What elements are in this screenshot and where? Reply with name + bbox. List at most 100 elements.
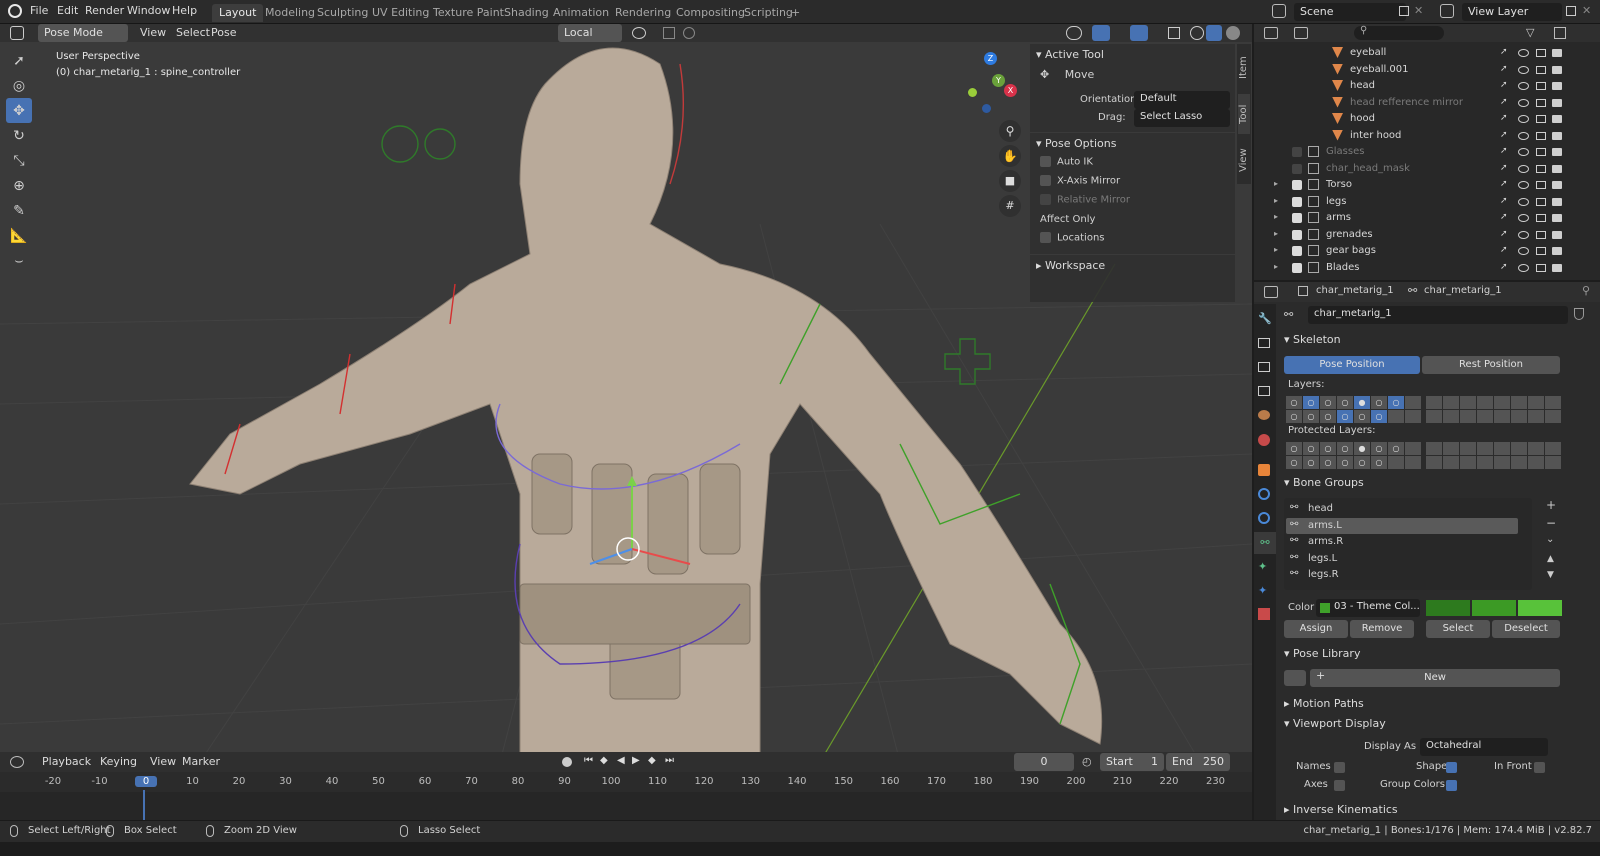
menu-window[interactable]: Window xyxy=(127,4,170,17)
layer-toggle[interactable] xyxy=(1494,442,1510,455)
exclude-checkbox[interactable] xyxy=(1292,163,1302,174)
breakdowner-tool-icon[interactable]: ⌣ xyxy=(6,248,32,273)
layer-toggle[interactable]: ○ xyxy=(1303,456,1319,469)
auto-ik-checkbox[interactable] xyxy=(1040,156,1051,167)
layer-toggle[interactable]: ○ xyxy=(1320,396,1336,409)
selectable-arrow-icon[interactable]: ➚ xyxy=(1500,113,1508,123)
measure-tool-icon[interactable]: 📐 xyxy=(6,223,32,248)
outliner-row[interactable]: Glasses ➚ xyxy=(1254,145,1600,161)
camera-render-icon[interactable] xyxy=(1552,131,1562,140)
eye-visibility-icon[interactable] xyxy=(1518,247,1529,255)
camera-render-icon[interactable] xyxy=(1552,164,1562,173)
outliner-row[interactable]: inter hood ➚ xyxy=(1254,129,1600,145)
monitor-icon[interactable] xyxy=(1536,115,1546,123)
menu-edit[interactable]: Edit xyxy=(57,4,78,17)
tab-item[interactable]: Item xyxy=(1238,48,1250,88)
display-as-select[interactable]: Octahedral xyxy=(1420,738,1548,756)
layer-toggle[interactable]: ○ xyxy=(1320,456,1336,469)
new-view-layer-icon[interactable] xyxy=(1566,6,1576,16)
layer-toggle[interactable]: ○ xyxy=(1337,410,1353,423)
layer-toggle[interactable] xyxy=(1460,396,1476,409)
view-layer-tab-icon[interactable] xyxy=(1258,386,1270,396)
ortho-grid-icon[interactable]: # xyxy=(999,195,1021,217)
layer-toggle[interactable] xyxy=(1511,410,1527,423)
menu-render[interactable]: Render xyxy=(85,4,124,17)
select-cursor-icon[interactable]: ➚ xyxy=(6,48,32,73)
exclude-checkbox[interactable] xyxy=(1292,180,1302,190)
eye-visibility-icon[interactable] xyxy=(1518,263,1529,272)
bone-layers-grid-left[interactable]: ○ ○ ○ ○ ● ○ ○ ○ ○ ○ ○ ○ ○ xyxy=(1286,396,1421,423)
active-tool-header[interactable]: ▾ Active Tool xyxy=(1030,44,1235,66)
mode-select[interactable]: Pose Mode xyxy=(38,24,128,42)
axes-checkbox[interactable] xyxy=(1334,780,1345,791)
layer-toggle[interactable]: ○ xyxy=(1337,442,1353,455)
navigation-gizmo[interactable]: Z Y X xyxy=(960,52,1024,116)
pose-options-header[interactable]: ▾ Pose Options xyxy=(1030,132,1235,154)
start-frame-field[interactable]: Start 1 xyxy=(1100,753,1164,771)
layer-toggle[interactable]: ○ xyxy=(1286,396,1302,409)
wireframe-shading-icon[interactable] xyxy=(1190,26,1204,40)
output-tab-icon[interactable] xyxy=(1258,362,1270,372)
layer-toggle[interactable] xyxy=(1460,442,1476,455)
zoom-icon[interactable]: ⚲ xyxy=(999,120,1021,142)
bone-group-item[interactable]: ⚯ head xyxy=(1286,501,1518,517)
gizmo-neg-z[interactable] xyxy=(982,104,991,113)
orientation-select[interactable]: Default xyxy=(1134,91,1230,109)
camera-render-icon[interactable] xyxy=(1552,197,1562,206)
layer-toggle[interactable]: ○ xyxy=(1303,410,1319,423)
exclude-checkbox[interactable] xyxy=(1292,196,1302,207)
bone-group-item[interactable]: ⚯ arms.R xyxy=(1286,534,1518,550)
outliner-row[interactable]: head refference mirror ➚ xyxy=(1254,96,1600,112)
monitor-icon[interactable] xyxy=(1536,214,1546,222)
bone-tab-icon[interactable]: ✦ xyxy=(1258,560,1267,573)
blender-logo-icon[interactable] xyxy=(8,4,22,18)
layer-toggle[interactable] xyxy=(1443,396,1459,409)
layer-toggle[interactable] xyxy=(1545,410,1561,423)
layer-toggle[interactable]: ○ xyxy=(1371,456,1387,469)
monitor-icon[interactable] xyxy=(1536,65,1546,74)
shapes-checkbox[interactable] xyxy=(1446,762,1457,773)
play-reverse-icon[interactable]: ◀ xyxy=(617,755,625,766)
3d-viewport[interactable]: Pose Mode View Select Pose Local User Pe… xyxy=(0,24,1252,762)
camera-render-icon[interactable] xyxy=(1552,181,1562,189)
outliner-row[interactable]: eyeball.001 ➚ xyxy=(1254,63,1600,79)
pose-library-browse-icon[interactable] xyxy=(1284,670,1306,686)
xray-icon[interactable] xyxy=(1168,27,1180,39)
camera-view-icon[interactable]: ■ xyxy=(999,170,1021,192)
bone-group-item[interactable]: ⚯ legs.R xyxy=(1286,567,1518,583)
layer-toggle[interactable] xyxy=(1477,456,1493,469)
properties-editor-icon[interactable] xyxy=(1264,286,1278,298)
selectable-arrow-icon[interactable]: ➚ xyxy=(1500,229,1508,239)
outliner-search-field[interactable] xyxy=(1354,26,1444,40)
gizmo-toggle-icon[interactable] xyxy=(1092,25,1110,41)
outliner-row[interactable]: head ➚ xyxy=(1254,79,1600,95)
exclude-checkbox[interactable] xyxy=(1292,229,1302,240)
layer-toggle[interactable] xyxy=(1426,410,1442,423)
display-mode-icon[interactable] xyxy=(1294,27,1308,39)
scene-field[interactable]: Scene xyxy=(1294,3,1406,21)
expand-arrow-icon[interactable]: ▸ xyxy=(1274,196,1278,205)
selectable-arrow-icon[interactable]: ➚ xyxy=(1500,80,1508,90)
render-tab-icon[interactable] xyxy=(1258,338,1270,348)
fake-user-shield-icon[interactable] xyxy=(1574,308,1584,320)
camera-render-icon[interactable] xyxy=(1552,49,1562,57)
layer-toggle[interactable] xyxy=(1405,410,1421,423)
outliner-row[interactable]: ▸ Torso ➚ xyxy=(1254,178,1600,194)
scene-tab-icon[interactable] xyxy=(1258,410,1270,420)
camera-render-icon[interactable] xyxy=(1552,82,1562,90)
viewport-menu-select[interactable]: Select xyxy=(176,26,210,39)
play-icon[interactable]: ▶ xyxy=(632,755,640,766)
view-layer-icon[interactable] xyxy=(1440,4,1454,18)
monitor-icon[interactable] xyxy=(1536,247,1546,255)
camera-render-icon[interactable] xyxy=(1552,263,1562,272)
layer-toggle[interactable]: ○ xyxy=(1354,456,1370,469)
exclude-checkbox[interactable] xyxy=(1292,262,1302,273)
expand-arrow-icon[interactable]: ▸ xyxy=(1274,229,1278,238)
skeleton-header[interactable]: ▾ Skeleton xyxy=(1278,330,1598,350)
locations-checkbox[interactable] xyxy=(1040,232,1051,243)
annotate-tool-icon[interactable]: ✎ xyxy=(6,198,32,223)
move-tool-icon[interactable]: ✥ xyxy=(6,98,32,123)
move-group-up-icon[interactable]: ▲ xyxy=(1547,554,1554,564)
x-mirror-row[interactable]: X-Axis Mirror xyxy=(1040,175,1120,187)
layer-toggle[interactable]: ○ xyxy=(1388,442,1404,455)
